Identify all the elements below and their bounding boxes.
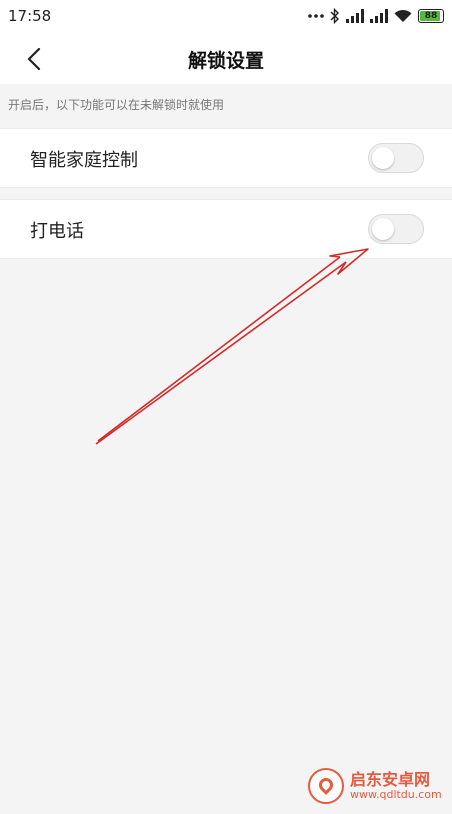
watermark-logo: 启东安卓网 www.qdltdu.com	[308, 764, 448, 808]
watermark-icon	[308, 768, 344, 804]
page-title: 解锁设置	[187, 50, 264, 72]
watermark-text: 启东安卓网 www.qdltdu.com	[350, 771, 442, 801]
status-bar: 17:58 88	[0, 0, 452, 34]
battery-icon: 88	[418, 9, 444, 23]
more-dots-icon	[308, 14, 324, 18]
watermark-url: www.qdltdu.com	[350, 787, 442, 801]
setting-row-smart-home[interactable]: 智能家庭控制	[0, 128, 452, 188]
title-bar: 解锁设置	[0, 34, 452, 84]
watermark-name: 启东安卓网	[350, 770, 431, 790]
smart-home-toggle[interactable]	[368, 143, 424, 173]
status-time: 17:58	[8, 7, 52, 25]
battery-level: 88	[424, 10, 438, 21]
bluetooth-icon	[330, 8, 339, 24]
hint-section: 开启后，以下功能可以在未解锁时就使用	[0, 84, 452, 126]
signal-icon	[370, 9, 388, 23]
setting-label: 打电话	[30, 221, 84, 242]
status-icons: 88	[308, 6, 444, 26]
setting-label: 智能家庭控制	[30, 150, 138, 171]
signal-icon	[346, 9, 364, 23]
toggle-knob	[372, 147, 394, 169]
toggle-knob	[372, 218, 394, 240]
phone-call-toggle[interactable]	[368, 214, 424, 244]
hint-text: 开启后，以下功能可以在未解锁时就使用	[8, 98, 225, 112]
wifi-icon	[394, 9, 412, 22]
setting-row-phone-call[interactable]: 打电话	[0, 199, 452, 259]
